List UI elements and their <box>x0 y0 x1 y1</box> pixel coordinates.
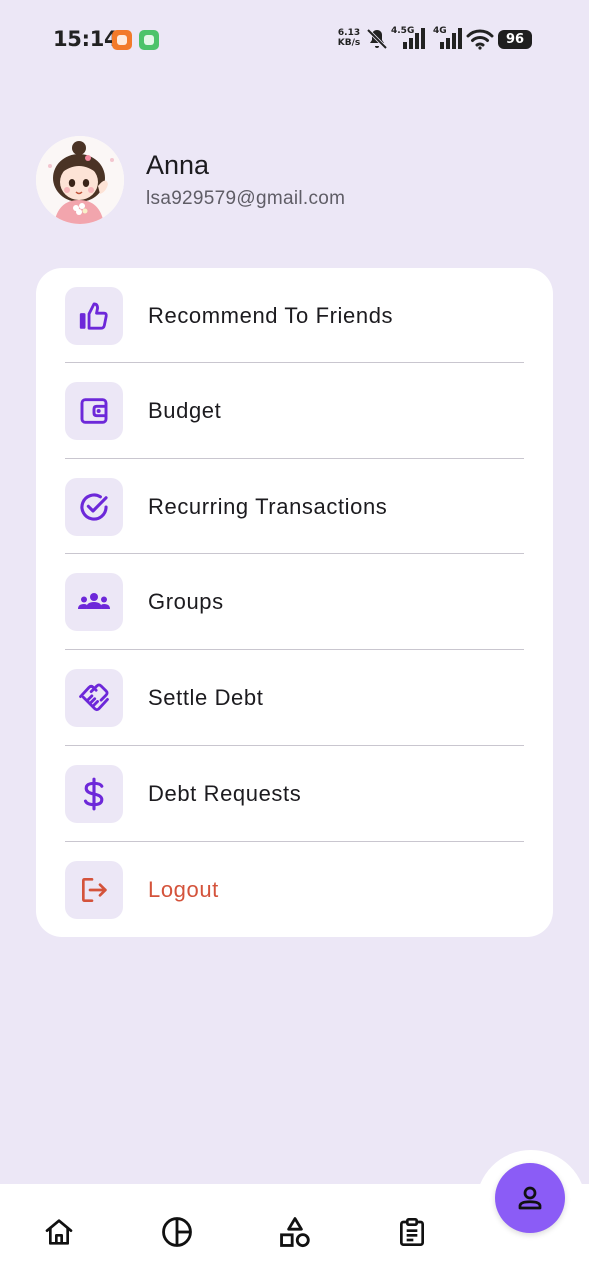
profile-email: lsa929579@gmail.com <box>146 188 346 209</box>
menu-item-icon-box <box>65 861 123 919</box>
home-icon <box>45 1219 73 1245</box>
mute-icon <box>366 28 388 50</box>
menu-card: Recommend To Friends Budget Recurring Tr… <box>36 268 553 937</box>
menu-item-icon-box <box>65 765 123 823</box>
menu-item-label: Recommend To Friends <box>148 303 394 328</box>
pie-chart-icon <box>162 1217 192 1247</box>
nav-reports[interactable] <box>392 1212 432 1252</box>
cellular-signal-icon: 4G <box>433 26 465 50</box>
menu-item-icon-box <box>65 382 123 440</box>
profile-name: Anna <box>146 150 210 180</box>
app-notification-icon <box>139 30 159 50</box>
menu-item-logout[interactable]: Logout <box>65 842 524 938</box>
menu-item-recommend-to-friends[interactable]: Recommend To Friends <box>65 268 524 364</box>
network-speed: 6.13 KB/s <box>337 28 361 48</box>
status-bar: 15:14 6.13 KB/s 4.5G 4G 96 <box>0 0 589 80</box>
group-icon <box>78 593 110 609</box>
cellular-signal-icon: 4.5G <box>391 26 431 50</box>
menu-item-recurring-transactions[interactable]: Recurring Transactions <box>65 459 524 555</box>
dollar-icon <box>83 777 104 811</box>
menu-item-icon-box <box>65 669 123 727</box>
battery-indicator: 96 <box>498 30 532 49</box>
nav-categories[interactable] <box>275 1212 315 1252</box>
menu-item-groups[interactable]: Groups <box>65 554 524 650</box>
shapes-icon <box>280 1217 310 1248</box>
menu-item-debt-requests[interactable]: Debt Requests <box>65 746 524 842</box>
menu-item-icon-box <box>65 478 123 536</box>
menu-item-label: Groups <box>148 589 224 614</box>
handshake-icon <box>79 683 109 712</box>
logout-icon <box>82 878 107 902</box>
menu-item-label: Logout <box>148 877 219 902</box>
menu-item-label: Debt Requests <box>148 781 302 806</box>
clipboard-icon <box>400 1218 424 1246</box>
thumbs-up-icon <box>79 302 108 330</box>
network-speed-unit: KB/s <box>337 38 361 48</box>
network-speed-value: 6.13 <box>337 28 361 38</box>
menu-item-settle-debt[interactable]: Settle Debt <box>65 650 524 746</box>
wallet-icon <box>80 398 108 424</box>
check-circle-icon <box>80 493 108 521</box>
menu-item-icon-box <box>65 573 123 631</box>
profile-icon <box>518 1186 542 1210</box>
avatar[interactable] <box>36 136 124 224</box>
menu-item-label: Budget <box>148 398 222 423</box>
menu-item-budget[interactable]: Budget <box>65 363 524 459</box>
avatar-illustration <box>36 136 124 224</box>
menu-item-label: Settle Debt <box>148 685 264 710</box>
nav-statistics[interactable] <box>157 1212 197 1252</box>
menu-item-icon-box <box>65 287 123 345</box>
menu-item-label: Recurring Transactions <box>148 494 388 519</box>
profile-fab[interactable] <box>495 1163 565 1233</box>
status-time: 15:14 <box>53 27 119 51</box>
wifi-icon <box>466 29 494 50</box>
nav-home[interactable] <box>39 1212 79 1252</box>
app-notification-icon <box>112 30 132 50</box>
